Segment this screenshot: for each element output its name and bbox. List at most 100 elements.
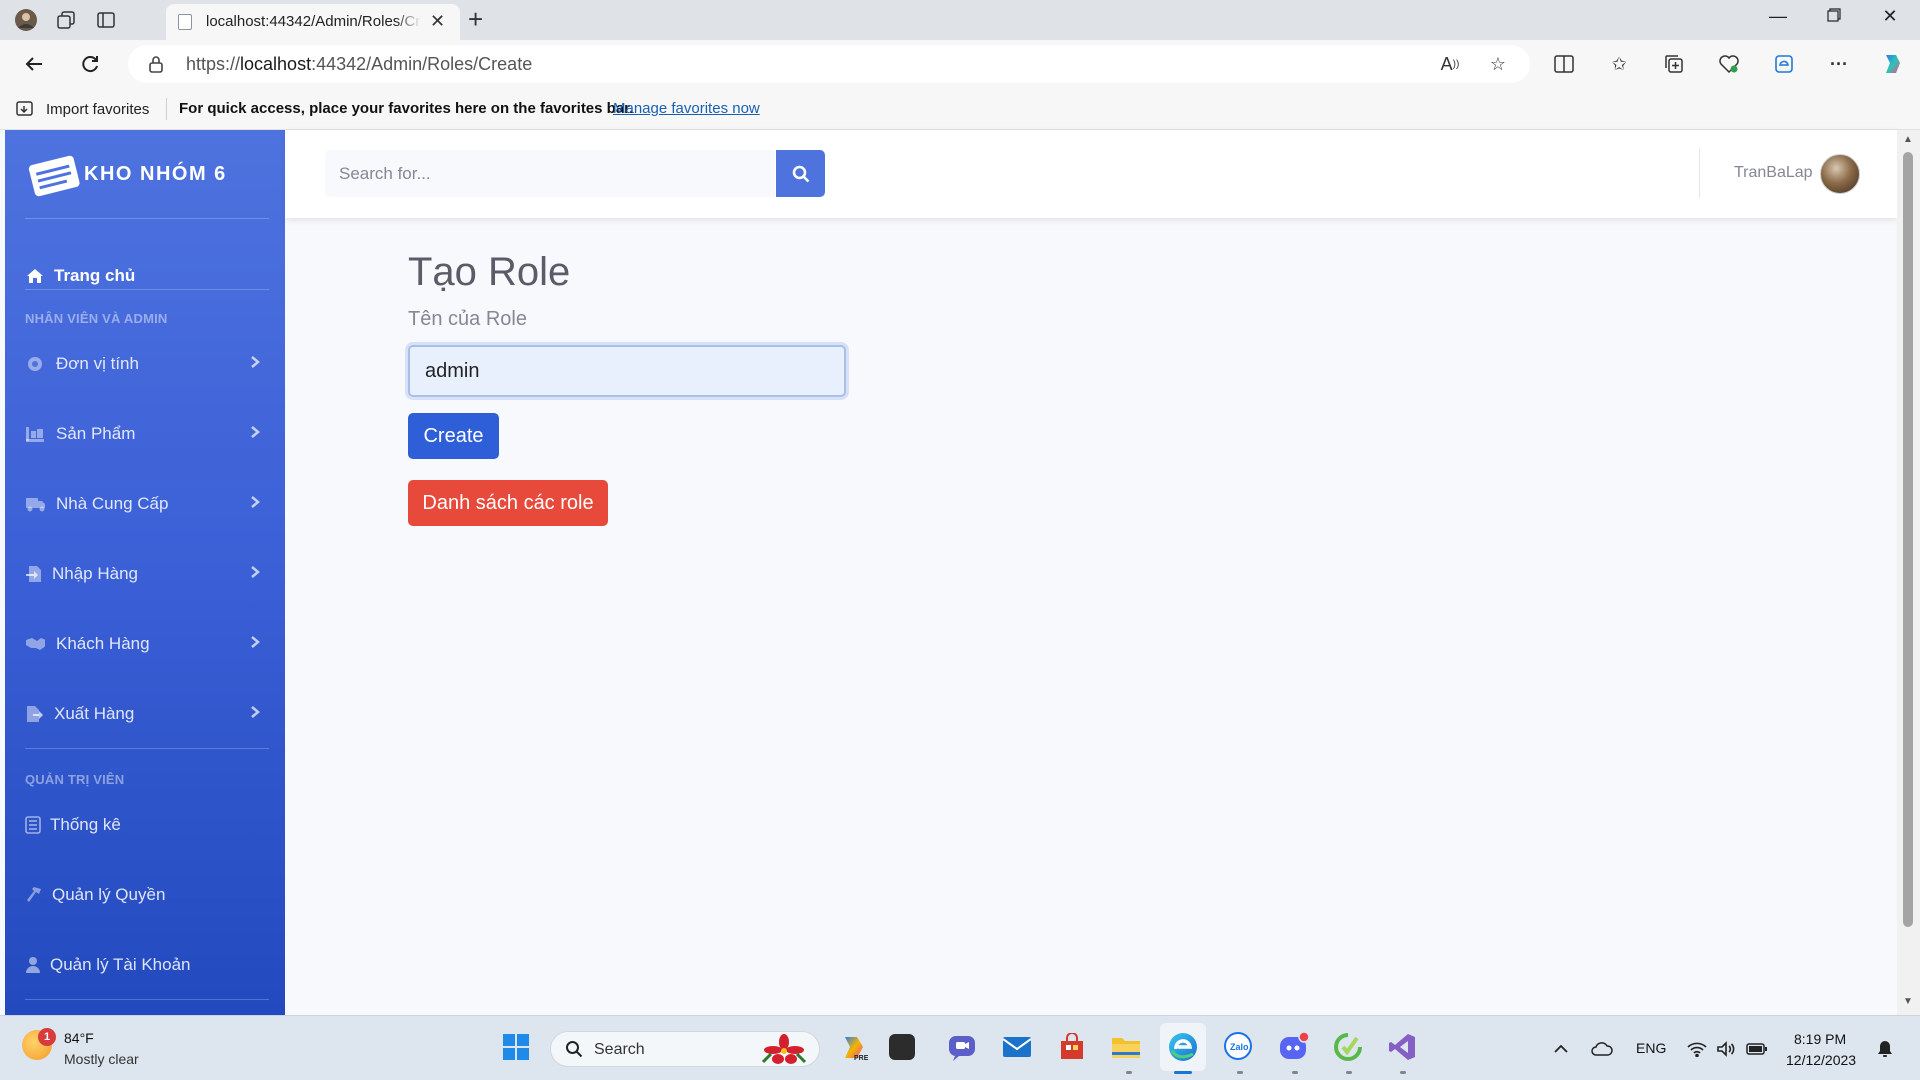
sidebar-item-xuat-hang[interactable]: Xuất Hàng — [5, 692, 285, 736]
sidebar-item-quan-ly-tai-khoan[interactable]: Quản lý Tài Khoản — [5, 943, 285, 987]
import-favorites-button[interactable]: Import favorites — [16, 100, 149, 118]
sidebar-heading-admin: QUẢN TRỊ VIÊN — [25, 772, 125, 787]
hammer-icon — [25, 886, 45, 904]
discord-icon[interactable] — [1278, 1031, 1310, 1063]
mail-icon[interactable] — [1001, 1031, 1033, 1063]
task-view-icon[interactable] — [889, 1034, 915, 1060]
close-window-icon[interactable]: ✕ — [1870, 6, 1910, 27]
battery-icon[interactable] — [1746, 1038, 1768, 1060]
vertical-tabs-icon[interactable] — [94, 8, 118, 32]
weather-description[interactable]: Mostly clear — [64, 1051, 139, 1067]
back-icon[interactable] — [20, 50, 48, 78]
browser-tab-bar: localhost:44342/Admin/Roles/Create ✕ + —… — [0, 0, 1920, 40]
weather-temp[interactable]: 84°F — [64, 1030, 94, 1046]
create-button[interactable]: Create — [408, 413, 499, 459]
sidebar-item-thong-ke[interactable]: Thống kê — [5, 803, 285, 847]
new-tab-icon[interactable]: + — [468, 4, 483, 35]
username-label[interactable]: TranBaLap — [1734, 164, 1813, 182]
scroll-up-icon[interactable]: ▲ — [1903, 134, 1913, 145]
role-name-input[interactable] — [408, 345, 846, 397]
favorites-message: For quick access, place your favorites h… — [179, 100, 634, 117]
edge-browser-icon[interactable] — [1167, 1031, 1199, 1063]
sidebar-item-label: Quản lý Tài Khoản — [50, 955, 191, 974]
sidebar-divider — [25, 289, 269, 290]
active-tab[interactable]: localhost:44342/Admin/Roles/Create ✕ — [166, 4, 460, 40]
volume-icon[interactable] — [1715, 1038, 1737, 1060]
import-icon — [25, 565, 45, 583]
running-indicator — [1292, 1071, 1298, 1074]
brand-logo-icon[interactable] — [25, 150, 83, 205]
sidebar-item-nha-cung-cap[interactable]: Nhà Cung Cấp — [5, 482, 285, 526]
chevron-up-icon[interactable] — [1550, 1038, 1572, 1060]
role-list-button[interactable]: Danh sách các role — [408, 480, 608, 526]
zalo-icon-label: Zalo — [1230, 1042, 1249, 1052]
zalo-icon[interactable]: Zalo — [1222, 1031, 1254, 1063]
taskbar-search-label: Search — [594, 1041, 645, 1058]
url-path: :44342/Admin/Roles/Create — [311, 54, 533, 74]
file-explorer-icon[interactable] — [1110, 1031, 1142, 1063]
onedrive-cloud-icon[interactable] — [1591, 1038, 1613, 1060]
read-aloud-icon[interactable]: A)) — [1438, 52, 1462, 76]
refresh-icon[interactable] — [76, 50, 104, 78]
lock-icon[interactable] — [148, 55, 164, 78]
page-scrollbar[interactable]: ▲ ▼ — [1897, 130, 1920, 1015]
copilot-app-icon[interactable]: PRE — [838, 1031, 870, 1063]
scrollbar-thumb[interactable] — [1903, 152, 1913, 927]
sidebar-item-san-pham[interactable]: Sản Phẩm — [5, 412, 285, 456]
avatar[interactable] — [1820, 154, 1860, 194]
sidebar-item-label: Nhập Hàng — [52, 564, 139, 583]
sidebar-item-khach-hang[interactable]: Khách Hàng — [5, 622, 285, 666]
clock-time[interactable]: 8:19 PM — [1794, 1031, 1846, 1047]
running-indicator — [1237, 1071, 1243, 1074]
manage-favorites-link[interactable]: Manage favorites now — [613, 100, 760, 117]
copilot-icon[interactable] — [1880, 52, 1904, 76]
sidebar-item-nhap-hang[interactable]: Nhập Hàng — [5, 552, 285, 596]
page-viewport: KHO NHÓM 6 Trang chủ NHÂN VIÊN VÀ ADMIN … — [0, 130, 1920, 1015]
language-indicator[interactable]: ENG — [1636, 1040, 1666, 1056]
import-favorites-icon — [16, 101, 33, 116]
address-bar-row: https://localhost:44342/Admin/Roles/Crea… — [0, 40, 1920, 88]
sidebar-heading-staff: NHÂN VIÊN VÀ ADMIN — [25, 311, 168, 326]
topbar: TranBaLap — [285, 130, 1897, 218]
teams-chat-icon[interactable] — [946, 1031, 978, 1063]
taskbar-search[interactable]: Search — [550, 1031, 820, 1067]
edge-icon[interactable] — [1772, 52, 1796, 76]
more-options-icon[interactable]: ··· — [1827, 52, 1851, 76]
running-indicator — [1400, 1071, 1406, 1074]
url-field[interactable]: https://localhost:44342/Admin/Roles/Crea… — [128, 45, 1530, 83]
page-favicon-icon — [178, 14, 192, 30]
notification-bell-icon[interactable] — [1874, 1038, 1896, 1060]
store-icon[interactable] — [1056, 1031, 1088, 1063]
home-icon — [25, 268, 45, 284]
favorite-star-icon[interactable]: ☆ — [1486, 52, 1510, 76]
browser-essentials-icon[interactable] — [1717, 52, 1741, 76]
chevron-right-icon — [250, 634, 260, 654]
green-app-icon[interactable] — [1332, 1031, 1364, 1063]
search-input[interactable] — [325, 150, 775, 197]
wifi-icon[interactable] — [1686, 1038, 1708, 1060]
pallet-icon — [25, 425, 45, 443]
url-text: https://localhost:44342/Admin/Roles/Crea… — [186, 54, 532, 75]
search-button[interactable] — [776, 150, 825, 197]
weather-badge: 1 — [38, 1028, 56, 1046]
profile-avatar-icon[interactable] — [14, 8, 38, 32]
minimize-icon[interactable]: — — [1758, 6, 1798, 27]
clock-date[interactable]: 12/12/2023 — [1786, 1052, 1856, 1068]
windows-start-icon[interactable] — [500, 1031, 532, 1063]
sidebar-item-don-vi-tinh[interactable]: Đơn vị tính — [5, 342, 285, 386]
tab-close-icon[interactable]: ✕ — [430, 11, 445, 32]
export-icon — [25, 705, 45, 723]
collections-icon[interactable] — [1662, 52, 1686, 76]
favorites-icon[interactable]: ✩ — [1607, 52, 1631, 76]
brand-name[interactable]: KHO NHÓM 6 — [84, 163, 227, 186]
role-name-label: Tên của Role — [408, 308, 527, 330]
scroll-down-icon[interactable]: ▼ — [1903, 996, 1913, 1007]
visual-studio-icon[interactable] — [1386, 1031, 1418, 1063]
topbar-divider — [1699, 148, 1700, 198]
workspaces-icon[interactable] — [54, 8, 78, 32]
sidebar-item-quan-ly-quyen[interactable]: Quản lý Quyền — [5, 873, 285, 917]
restore-icon[interactable] — [1814, 6, 1854, 27]
split-screen-icon[interactable] — [1552, 52, 1576, 76]
sidebar-item-home[interactable]: Trang chủ — [5, 254, 285, 298]
svg-text:PRE: PRE — [854, 1055, 869, 1062]
